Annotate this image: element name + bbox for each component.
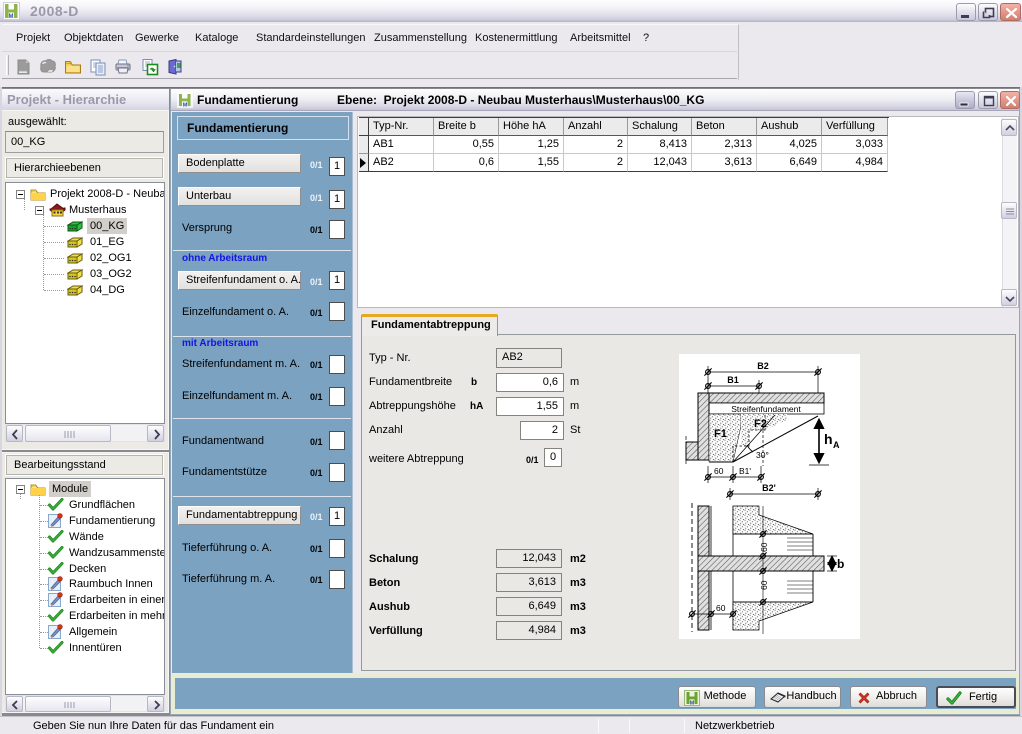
svg-text:B1: B1 <box>727 375 739 385</box>
svg-text:60: 60 <box>716 603 726 613</box>
svg-text:30°: 30° <box>756 450 769 460</box>
svg-text:B2': B2' <box>762 483 776 493</box>
svg-text:60: 60 <box>759 580 769 590</box>
svg-text:B1': B1' <box>739 466 751 476</box>
svg-text:h: h <box>824 431 833 447</box>
svg-text:b: b <box>837 557 844 571</box>
svg-text:B2: B2 <box>757 361 769 371</box>
svg-text:M: M <box>9 14 14 19</box>
svg-text:A: A <box>833 440 840 450</box>
svg-text:F1: F1 <box>714 428 727 440</box>
svg-text:M: M <box>183 103 188 109</box>
svg-text:Streifenfundament: Streifenfundament <box>731 404 801 414</box>
svg-text:60: 60 <box>759 542 769 552</box>
svg-text:60: 60 <box>714 466 724 476</box>
svg-text:M: M <box>690 701 695 707</box>
